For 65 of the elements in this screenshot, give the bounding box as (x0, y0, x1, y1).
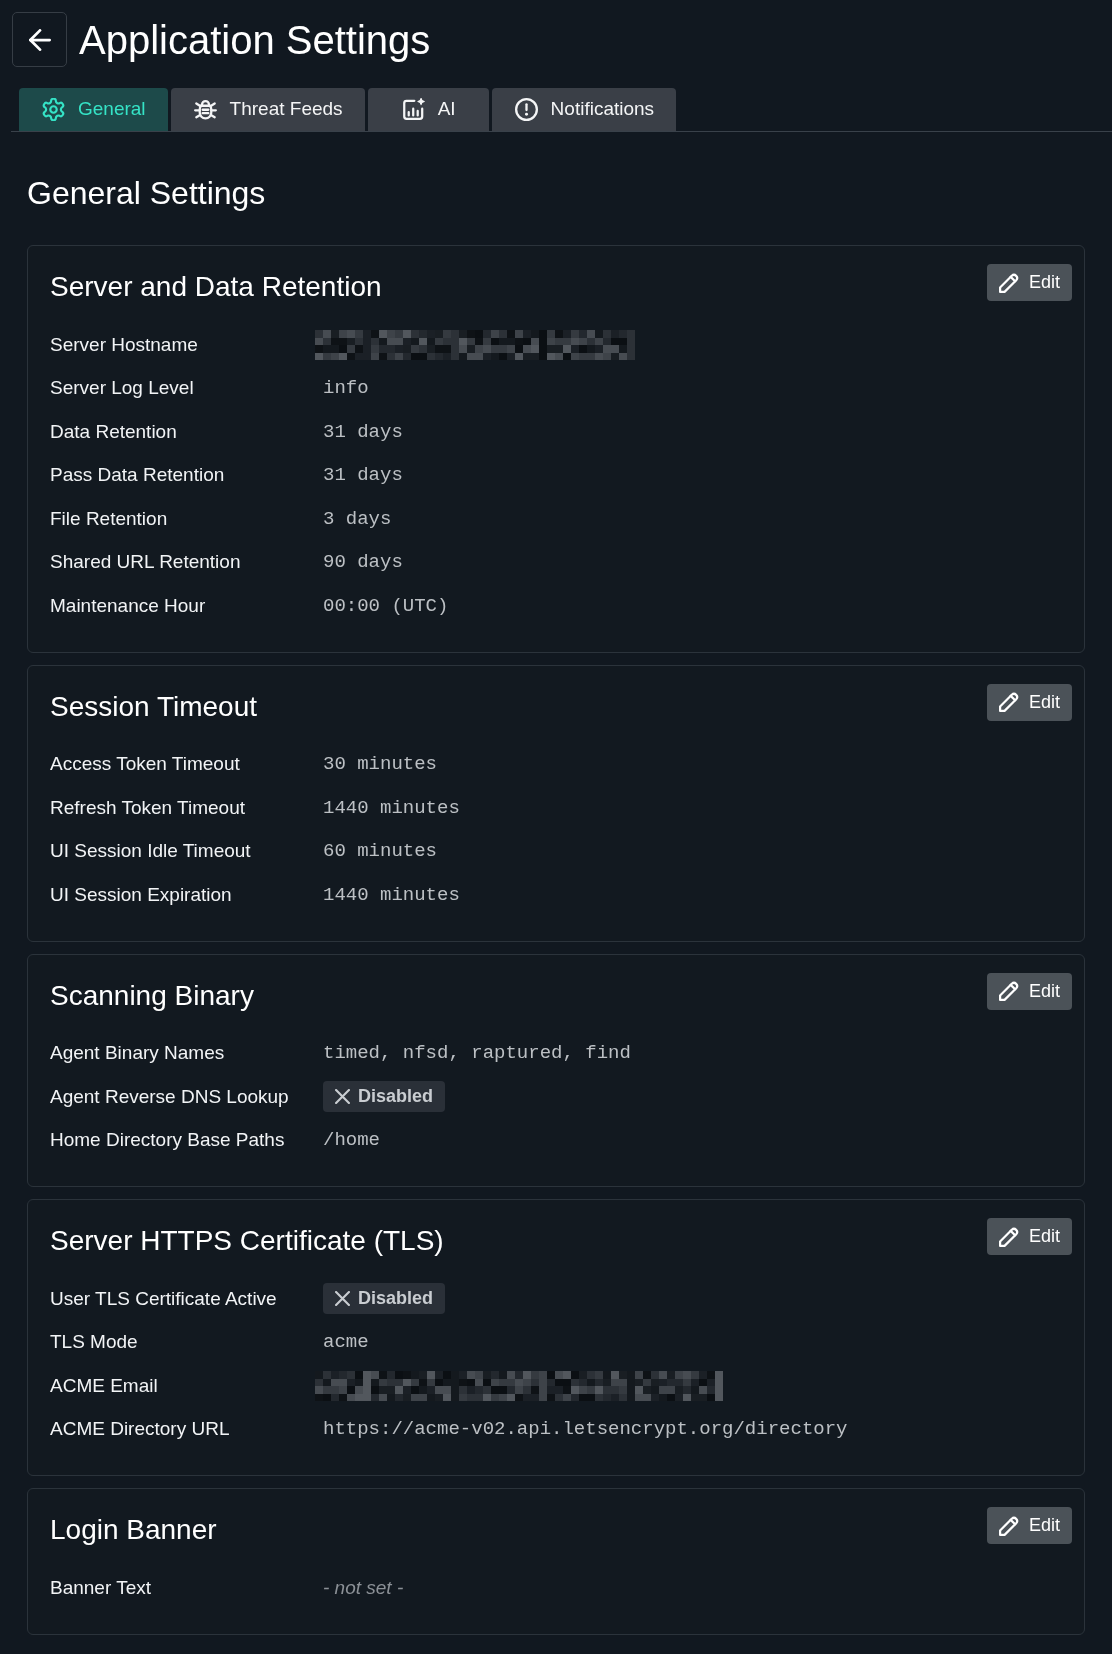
edit-button[interactable]: Edit (986, 264, 1072, 301)
tab[interactable]: General (19, 88, 168, 131)
setting-label: Data Retention (50, 420, 177, 442)
setting-value: /home (323, 1128, 380, 1153)
setting-label: ACME Directory URL (50, 1418, 230, 1439)
card-title: Scanning Binary (50, 978, 254, 1013)
tab[interactable]: Notifications (491, 88, 677, 131)
edit-button[interactable]: Edit (986, 972, 1072, 1010)
bug-icon (193, 99, 217, 120)
setting-value: 60 minutes (323, 839, 438, 864)
setting-value: 31 days (323, 419, 403, 445)
setting-label: File Retention (50, 507, 168, 529)
setting-label: UI Session Idle Timeout (50, 840, 251, 861)
setting-label: Banner Text (50, 1576, 152, 1598)
setting-label: Maintenance Hour (50, 594, 206, 616)
setting-label: Pass Data Retention (50, 464, 225, 485)
setting-label: User TLS Certificate Active (50, 1287, 277, 1309)
pencil-icon (998, 981, 1019, 1001)
exclamation-circle-icon (514, 98, 538, 121)
setting-value: 1440 minutes (323, 882, 460, 908)
setting-label: TLS Mode (50, 1331, 138, 1352)
setting-value: info (323, 376, 369, 401)
setting-label: Shared URL Retention (50, 551, 241, 572)
setting-value: acme (323, 1330, 369, 1355)
pencil-icon (998, 1515, 1019, 1536)
back-arrow-icon (28, 28, 51, 51)
setting-value: - not set - (323, 1575, 404, 1600)
setting-value: 3 days (323, 506, 392, 532)
card-title: Session Timeout (50, 689, 257, 724)
setting-label: Refresh Token Timeout (50, 796, 246, 818)
setting-label: Access Token Timeout (50, 753, 240, 774)
card-title: Server HTTPS Certificate (TLS) (50, 1224, 444, 1258)
pencil-icon (998, 692, 1019, 712)
back-button[interactable] (12, 12, 67, 67)
chart-sparkle-icon (401, 98, 425, 121)
page-title: Application Settings (79, 16, 431, 64)
setting-value: 30 minutes (323, 752, 438, 777)
setting-label: Agent Reverse DNS Lookup (50, 1085, 289, 1107)
edit-button[interactable]: Edit (986, 1218, 1072, 1255)
section-title: General Settings (27, 174, 267, 212)
tab[interactable]: AI (367, 88, 489, 131)
card-title: Server and Data Retention (50, 270, 382, 304)
setting-label: Server Hostname (50, 333, 198, 355)
setting-value: 90 days (323, 550, 403, 575)
gear-icon (42, 98, 65, 121)
edit-button[interactable]: Edit (986, 683, 1072, 721)
setting-label: ACME Email (50, 1374, 158, 1396)
setting-label: Server Log Level (50, 377, 194, 398)
setting-value: 31 days (323, 463, 403, 488)
edit-button[interactable]: Edit (986, 1507, 1072, 1544)
setting-label: Agent Binary Names (50, 1042, 225, 1063)
setting-value: https://acme-v02.api.letsencrypt.org/directory (323, 1417, 848, 1442)
setting-value: 1440 minutes (323, 795, 460, 821)
setting-value: 00:00 (UTC) (323, 593, 449, 619)
badge-label: Disabled (358, 1085, 434, 1109)
setting-label: UI Session Expiration (50, 883, 232, 905)
close-x-icon (335, 1089, 350, 1105)
setting-value: timed, nfsd, raptured, find (323, 1041, 631, 1066)
pencil-icon (998, 272, 1019, 293)
card-title: Login Banner (50, 1513, 217, 1547)
close-x-icon (335, 1291, 350, 1307)
tab[interactable]: Threat Feeds (170, 88, 365, 131)
setting-label: Home Directory Base Paths (50, 1129, 285, 1150)
badge-label: Disabled (358, 1287, 434, 1311)
pencil-icon (998, 1226, 1019, 1247)
